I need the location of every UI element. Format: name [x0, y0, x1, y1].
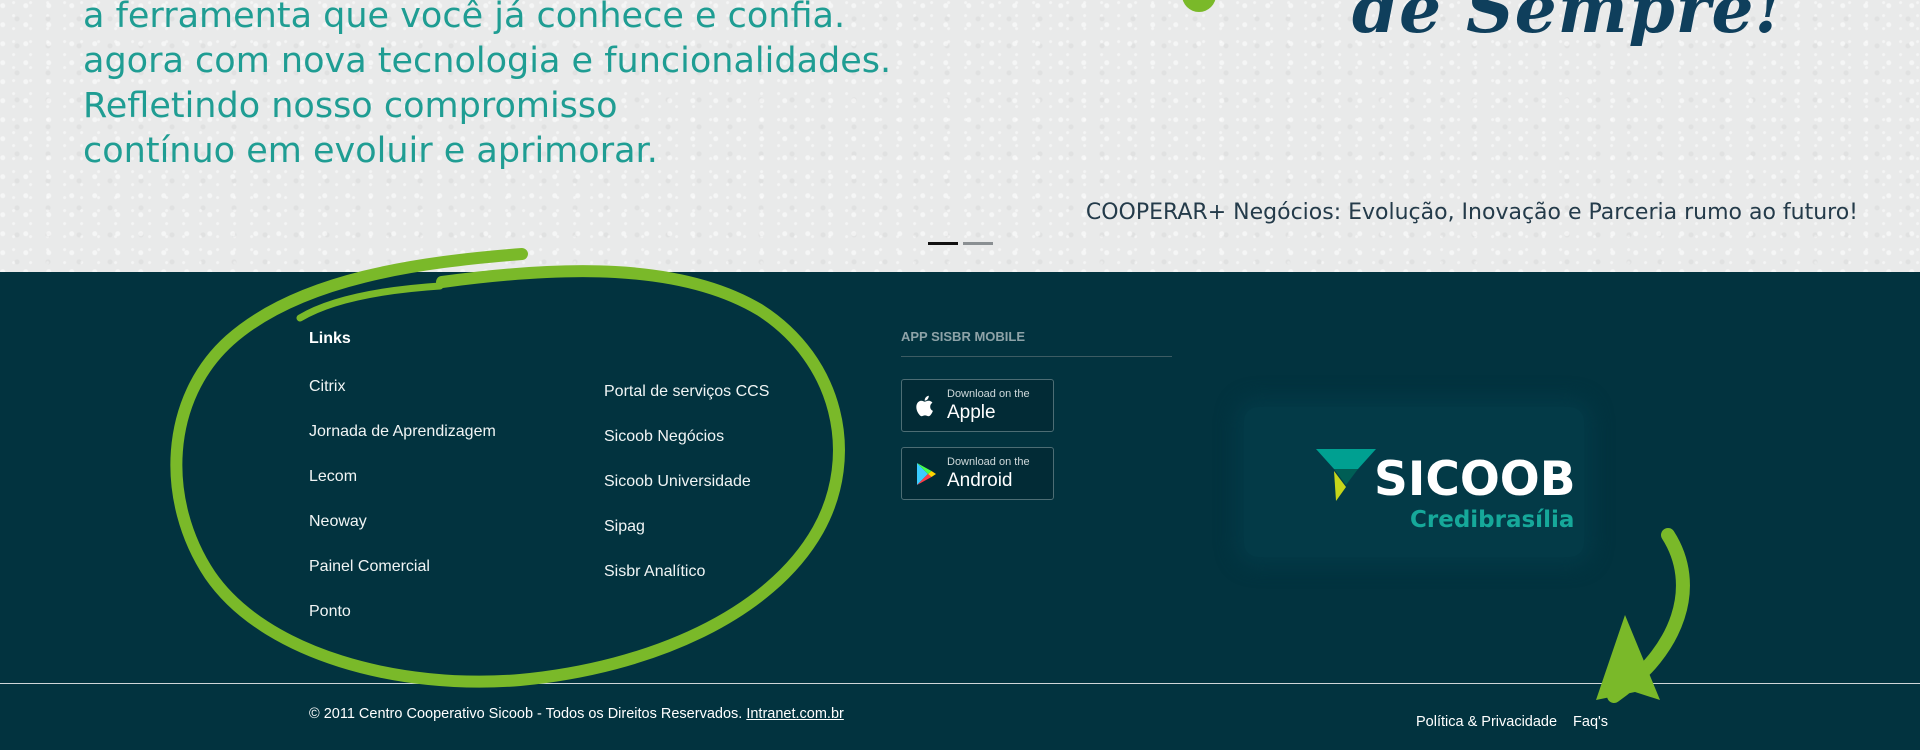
hero-line: contínuo em evoluir e aprimorar.: [83, 131, 658, 171]
carousel-dot-1[interactable]: [928, 242, 958, 245]
link-lecom[interactable]: Lecom: [309, 468, 357, 485]
android-store-label: Download on the Android: [947, 456, 1030, 491]
link-portal-servicos-ccs[interactable]: Portal de serviços CCS: [604, 383, 769, 400]
store-small-text: Download on the: [947, 456, 1030, 468]
links-column-1: Citrix Jornada de Aprendizagem Lecom Neo…: [309, 378, 496, 648]
intranet-link[interactable]: Intranet.com.br: [746, 706, 844, 722]
links-column-2: Portal de serviços CCS Sicoob Negócios S…: [604, 383, 769, 608]
site-footer: Links Citrix Jornada de Aprendizagem Lec…: [0, 272, 1920, 750]
link-jornada-de-aprendizagem[interactable]: Jornada de Aprendizagem: [309, 423, 496, 440]
link-ponto[interactable]: Ponto: [309, 603, 351, 620]
hero-banner: a ferramenta que você já conhece e confi…: [0, 0, 1920, 272]
copyright: © 2011 Centro Cooperativo Sicoob - Todos…: [309, 706, 844, 722]
apple-store-button[interactable]: Download on the Apple: [901, 379, 1054, 432]
link-sisbr-analitico[interactable]: Sisbr Analítico: [604, 563, 705, 580]
leaf-decoration-icon: [1182, 0, 1216, 12]
list-item: Neoway: [309, 513, 496, 558]
footer-divider: [0, 683, 1920, 684]
faq-link[interactable]: Faq's: [1573, 714, 1608, 730]
google-play-icon: [914, 462, 938, 486]
list-item: Ponto: [309, 603, 496, 648]
list-item: Jornada de Aprendizagem: [309, 423, 496, 468]
app-section-heading: APP SISBR MOBILE: [901, 329, 1172, 357]
link-sicoob-universidade[interactable]: Sicoob Universidade: [604, 473, 751, 490]
list-item: Portal de serviços CCS: [604, 383, 769, 428]
hero-line: a ferramenta que você já conhece e confi…: [83, 0, 846, 36]
link-neoway[interactable]: Neoway: [309, 513, 367, 530]
copyright-text: © 2011 Centro Cooperativo Sicoob - Todos…: [309, 706, 743, 722]
logo-subtitle: Credibrasília: [1410, 507, 1575, 533]
list-item: Painel Comercial: [309, 558, 496, 603]
link-citrix[interactable]: Citrix: [309, 378, 345, 395]
store-small-text: Download on the: [947, 388, 1030, 400]
hero-text: a ferramenta que você já conhece e confi…: [83, 0, 891, 174]
android-store-button[interactable]: Download on the Android: [901, 447, 1054, 500]
hero-caption: COOPERAR+ Negócios: Evolução, Inovação e…: [1085, 200, 1858, 225]
link-sipag[interactable]: Sipag: [604, 518, 645, 535]
list-item: Sisbr Analítico: [604, 563, 769, 608]
list-item: Sicoob Universidade: [604, 473, 769, 518]
carousel-dot-2[interactable]: [963, 242, 993, 245]
list-item: Lecom: [309, 468, 496, 513]
apple-store-label: Download on the Apple: [947, 388, 1030, 423]
logo-wordmark: SICOOB: [1374, 452, 1576, 507]
carousel-indicators: [928, 242, 993, 245]
hero-line: agora com nova tecnologia e funcionalida…: [83, 41, 892, 81]
privacy-policy-link[interactable]: Política & Privacidade: [1416, 714, 1557, 730]
list-item: Citrix: [309, 378, 496, 423]
hero-line: Refletindo nosso compromisso: [83, 86, 618, 126]
list-item: Sipag: [604, 518, 769, 563]
link-painel-comercial[interactable]: Painel Comercial: [309, 558, 430, 575]
store-big-text: Apple: [947, 402, 996, 423]
sicoob-logo-mark-icon: [1316, 449, 1376, 501]
hero-script-title: de Sempre!: [1352, 0, 1785, 48]
store-big-text: Android: [947, 470, 1013, 491]
link-sicoob-negocios[interactable]: Sicoob Negócios: [604, 428, 724, 445]
list-item: Sicoob Negócios: [604, 428, 769, 473]
sicoob-logo: SICOOB Credibrasília: [1244, 407, 1584, 557]
legal-links: Política & Privacidade Faq's: [1416, 714, 1608, 730]
links-heading: Links: [309, 330, 351, 347]
apple-icon: [914, 394, 938, 418]
